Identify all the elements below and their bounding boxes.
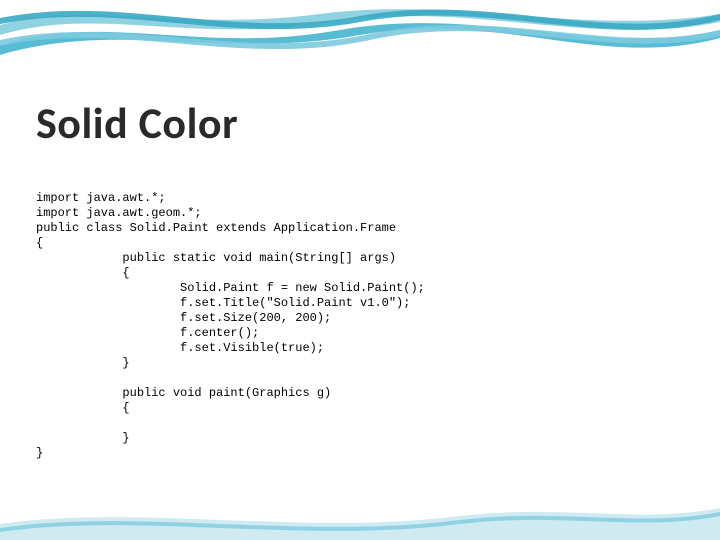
- slide: Solid Color import java.awt.*; import ja…: [0, 0, 720, 540]
- code-line: f.center();: [36, 326, 259, 340]
- code-line: }: [36, 446, 43, 460]
- code-line: f.set.Size(200, 200);: [36, 311, 331, 325]
- code-line: {: [36, 236, 43, 250]
- code-line: Solid.Paint f = new Solid.Paint();: [36, 281, 425, 295]
- code-line: public static void main(String[] args): [36, 251, 396, 265]
- code-line: }: [36, 356, 130, 370]
- code-line: }: [36, 431, 130, 445]
- footer-wave-decoration: [0, 502, 720, 540]
- code-line: import java.awt.geom.*;: [36, 206, 202, 220]
- code-block: import java.awt.*; import java.awt.geom.…: [36, 176, 425, 476]
- code-line: {: [36, 401, 130, 415]
- slide-title: Solid Color: [36, 96, 238, 150]
- code-line: f.set.Title("Solid.Paint v1.0");: [36, 296, 410, 310]
- code-line: import java.awt.*;: [36, 191, 166, 205]
- code-line: public class Solid.Paint extends Applica…: [36, 221, 396, 235]
- code-line: public void paint(Graphics g): [36, 386, 331, 400]
- code-line: {: [36, 266, 130, 280]
- header-wave-decoration: [0, 0, 720, 90]
- code-line: f.set.Visible(true);: [36, 341, 324, 355]
